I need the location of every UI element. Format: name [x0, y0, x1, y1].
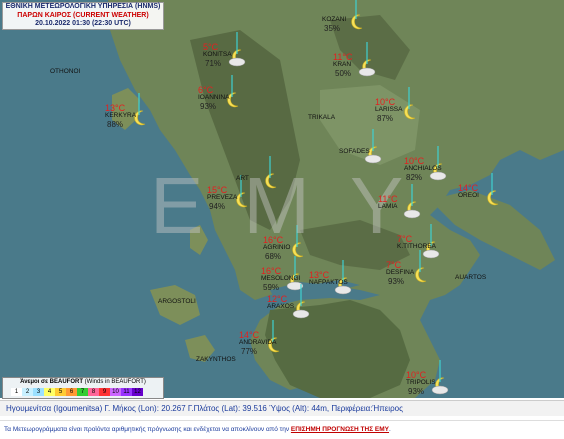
station-humidity: 88%	[107, 120, 124, 129]
info-lon-value: 20.267	[161, 404, 186, 413]
beaufort-level-12: 12	[132, 388, 143, 396]
legend-scale: 1 2 3 4 5 6 7 8 9 10 11 12	[11, 388, 143, 396]
info-alt-label: Ύψος (Alt):	[269, 404, 310, 413]
station-humidity: 93%	[408, 387, 425, 396]
station-name: K.TITHOREA	[397, 243, 437, 250]
station-humidity: 59%	[263, 283, 280, 292]
footer-text: Τα Μετεωρογράμματα είναι προϊόντα αριθμη…	[4, 426, 290, 433]
footer-end: .	[389, 426, 391, 433]
beaufort-level-1: 1	[11, 388, 22, 396]
station-humidity: 87%	[377, 114, 394, 123]
station-name: IOANNINA	[198, 94, 230, 101]
station-name: MESOLONGI	[261, 275, 301, 282]
station-name: KERKYRA	[105, 112, 137, 119]
station-humidity: 50%	[335, 69, 352, 78]
beaufort-level-7: 7	[77, 388, 88, 396]
info-region-label: Περιφέρεια:	[331, 404, 373, 413]
info-lat-value: 39.516	[242, 404, 267, 413]
cloud-icon	[358, 67, 376, 77]
station-humidity: 71%	[205, 59, 222, 68]
beaufort-level-5: 5	[55, 388, 66, 396]
station-humidity: 93%	[388, 277, 405, 286]
station-name: KRAN	[333, 61, 352, 68]
station-name: SOFADES	[339, 148, 370, 155]
map-header: ΕΘΝΙΚΗ ΜΕΤΕΩΡΟΛΟΓΙΚΗ ΥΠΗΡΕΣΙΑ (HNMS) ΠΑΡ…	[2, 2, 164, 30]
cloud-icon	[292, 309, 310, 319]
beaufort-level-9: 9	[99, 388, 110, 396]
beaufort-level-2: 2	[22, 388, 33, 396]
beaufort-level-4: 4	[44, 388, 55, 396]
station-name: ARAXOS	[267, 303, 295, 310]
station-name: TRIPOLIS	[406, 379, 436, 386]
cloud-icon	[334, 285, 352, 295]
station-name: LAMIA	[378, 203, 398, 210]
weather-map-page: EMY ΕΘΝΙΚΗ ΜΕΤΕΩΡΟΛΟΓΙΚΗ ΥΠΗΡΕΣΙΑ (HNMS)…	[0, 0, 564, 438]
map-timestamp: 20.10.2022 01:30 (22:30 UTC)	[35, 20, 131, 27]
map-title: ΠΑΡΩΝ ΚΑΙΡΟΣ (CURRENT WEATHER)	[17, 11, 149, 19]
cloud-icon	[431, 385, 449, 395]
info-station-name: Ηγουμενίτσα (Igoumenitsa)	[6, 404, 103, 413]
station-name: ANCHIALOS	[404, 165, 442, 172]
place-label: TRIKALA	[308, 114, 336, 121]
beaufort-level-10: 10	[110, 388, 121, 396]
station-name: NAFPAKTOS	[309, 279, 348, 286]
agency-title: ΕΘΝΙΚΗ ΜΕΤΕΩΡΟΛΟΓΙΚΗ ΥΠΗΡΕΣΙΑ (HNMS)	[5, 3, 161, 10]
station-name: PREVEZA	[207, 194, 238, 201]
beaufort-legend: Άνεμοι σε BEAUFORT (Winds in BEAUFORT) 1…	[2, 377, 164, 399]
station-humidity: 93%	[200, 102, 217, 111]
official-forecast-link[interactable]: ΕΠΙΣΗΜΗ ΠΡΟΓΝΩΣΗ ΤΗΣ ΕΜΥ	[291, 426, 389, 433]
station-name: AGRINIO	[263, 244, 291, 251]
info-alt-value: 44m,	[311, 404, 330, 413]
station-name: KONITSA	[203, 51, 232, 58]
station-humidity: 68%	[265, 252, 282, 261]
station-humidity: 35%	[324, 24, 341, 33]
station-name: DESFINA	[386, 269, 415, 276]
beaufort-level-11: 11	[121, 388, 132, 396]
legend-title-gr: Άνεμοι σε BEAUFORT	[20, 379, 83, 385]
station-humidity: 94%	[209, 202, 226, 211]
beaufort-level-3: 3	[33, 388, 44, 396]
beaufort-level-8: 8	[88, 388, 99, 396]
station-name: ANDRAVIDA	[239, 339, 277, 346]
place-label: ZAKYNTHOS	[196, 356, 236, 363]
legend-title-en: (Winds in BEAUFORT)	[84, 379, 146, 385]
disclaimer-footer: Τα Μετεωρογράμματα είναι προϊόντα αριθμη…	[0, 420, 564, 438]
station-name: OREOI	[458, 192, 479, 199]
info-region-value: Ήπειρος	[372, 404, 403, 413]
station-name: ART	[236, 175, 249, 182]
station-info-bar: Ηγουμενίτσα (Igoumenitsa) Γ. Μήκος (Lon)…	[0, 400, 564, 416]
station-name: LARISSA	[375, 106, 403, 113]
place-label: OTHONOI	[50, 68, 81, 75]
place-label: ARGOSTOLI	[158, 298, 196, 305]
info-lat-label: Γ.Πλάτος (Lat):	[187, 404, 241, 413]
station-humidity: 77%	[241, 347, 258, 356]
cloud-icon	[228, 57, 246, 67]
legend-title: Άνεμοι σε BEAUFORT (Winds in BEAUFORT)	[3, 379, 163, 385]
station-name: KOZANI	[322, 16, 347, 23]
station-humidity: 82%	[406, 173, 423, 182]
info-lon-label: Γ. Μήκος (Lon):	[104, 404, 159, 413]
beaufort-level-6: 6	[66, 388, 77, 396]
place-label: AUARTOS	[455, 274, 487, 281]
